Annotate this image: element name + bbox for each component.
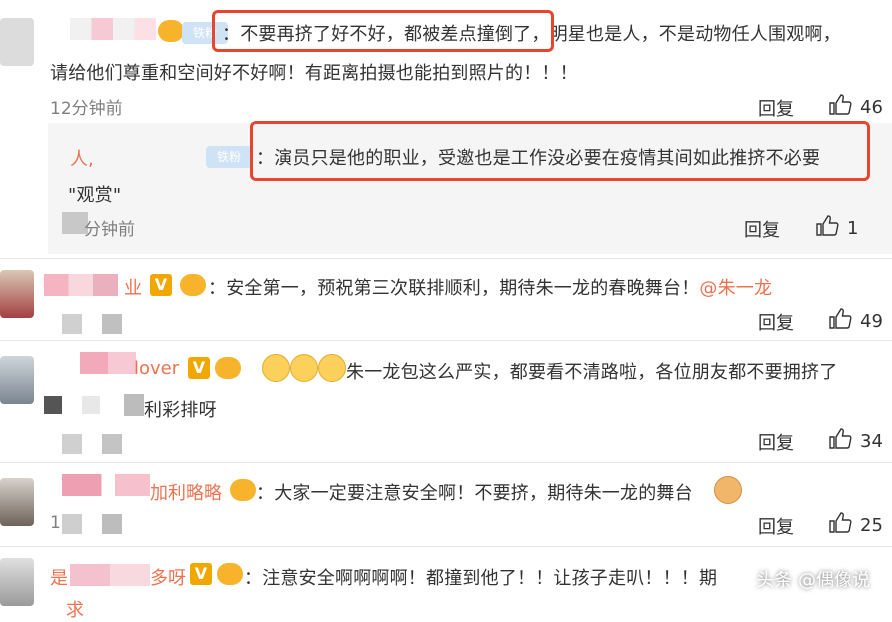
- redacted-area: [62, 434, 82, 454]
- avatar[interactable]: [0, 356, 34, 404]
- redacted-area: [82, 396, 100, 414]
- watermark: 头条 @偶像说: [756, 570, 870, 591]
- like-button[interactable]: 25: [828, 511, 883, 540]
- comment-time: 1: [50, 513, 61, 533]
- comment-text: ：注意安全啊啊啊啊！都撞到他了！！让孩子走叭！！！期: [244, 568, 718, 589]
- like-count: 25: [860, 515, 883, 536]
- reply-button[interactable]: 回复: [758, 429, 794, 455]
- redacted-area: [44, 396, 62, 414]
- like-count: 34: [860, 431, 883, 452]
- avatar[interactable]: [0, 478, 34, 526]
- redacted-area: [102, 514, 122, 534]
- avatar[interactable]: [0, 558, 34, 606]
- comment-time: 12分钟前: [50, 99, 123, 119]
- redacted-area: [62, 514, 82, 534]
- like-button[interactable]: 49: [828, 307, 883, 336]
- redacted-username: [70, 564, 150, 586]
- thumbs-up-icon: [828, 307, 852, 336]
- v-badge-icon: V: [150, 274, 172, 296]
- comment-text: "观赏": [68, 185, 122, 206]
- emoji-icon: [290, 354, 318, 382]
- like-count: 46: [860, 97, 883, 118]
- redacted-username: [80, 352, 136, 374]
- level-badge-icon: [217, 563, 243, 585]
- like-button[interactable]: 46: [828, 93, 883, 122]
- comment-text: 利彩排呀: [144, 400, 217, 421]
- divider: [0, 546, 892, 547]
- redacted-username: [70, 18, 156, 40]
- highlight-box: [212, 10, 554, 52]
- level-badge-icon: [215, 357, 241, 379]
- comment-text: ：大家一定要注意安全啊！不要挤，期待朱一龙的舞台: [256, 483, 693, 504]
- reply-button[interactable]: 回复: [758, 513, 794, 539]
- comment-time: 分钟前: [84, 220, 135, 240]
- username[interactable]: 加利略略: [150, 479, 222, 505]
- thumbs-up-icon: [828, 511, 852, 540]
- redacted-area: [62, 314, 82, 334]
- reply-button[interactable]: 回复: [744, 216, 780, 242]
- emoji-icon: [318, 354, 346, 382]
- comment-text: 朱一龙包这么严实，都要看不清路啦，各位朋友都不要拥挤了: [346, 362, 838, 383]
- divider: [0, 340, 892, 341]
- thumbs-up-icon: [828, 427, 852, 456]
- thumbs-up-icon: [815, 214, 839, 243]
- username[interactable]: lover: [134, 358, 179, 379]
- mention-link[interactable]: @朱一龙: [699, 278, 772, 299]
- fan-badge: 铁粉: [206, 146, 252, 168]
- divider: [0, 258, 892, 259]
- reply-button[interactable]: 回复: [758, 309, 794, 335]
- level-badge-icon: [230, 479, 256, 501]
- thumbs-up-icon: [828, 93, 852, 122]
- username[interactable]: 人,: [70, 145, 94, 171]
- v-badge-icon: V: [188, 357, 210, 379]
- like-button[interactable]: 34: [828, 427, 883, 456]
- emoji-icon: [262, 354, 290, 382]
- redacted-area: [102, 314, 122, 334]
- redacted-area: [124, 394, 144, 416]
- avatar[interactable]: [0, 18, 34, 66]
- level-badge-icon: [180, 274, 206, 296]
- comment-text: ：安全第一，预祝第三次联排顺利，期待朱一龙的春晚舞台！@朱一龙: [208, 278, 773, 299]
- redacted-username: [44, 274, 118, 296]
- like-count: 1: [847, 218, 859, 239]
- like-button[interactable]: 1: [815, 214, 858, 243]
- username[interactable]: 是: [50, 564, 68, 590]
- level-badge-icon: [158, 20, 184, 42]
- username[interactable]: 多呀: [150, 564, 186, 590]
- v-badge-icon: V: [190, 563, 212, 585]
- avatar[interactable]: [0, 270, 34, 318]
- redacted-username: [62, 474, 150, 496]
- highlight-box: [250, 121, 870, 181]
- username[interactable]: 业: [124, 274, 142, 300]
- reply-button[interactable]: 回复: [758, 95, 794, 121]
- emoji-icon: [714, 476, 742, 504]
- comment-text: 请给他们尊重和空间好不好啊！有距离拍摄也能拍到照片的！！！: [50, 63, 578, 84]
- divider: [0, 462, 892, 463]
- comment-text: 求: [66, 600, 84, 621]
- like-count: 49: [860, 311, 883, 332]
- redacted-area: [102, 434, 122, 454]
